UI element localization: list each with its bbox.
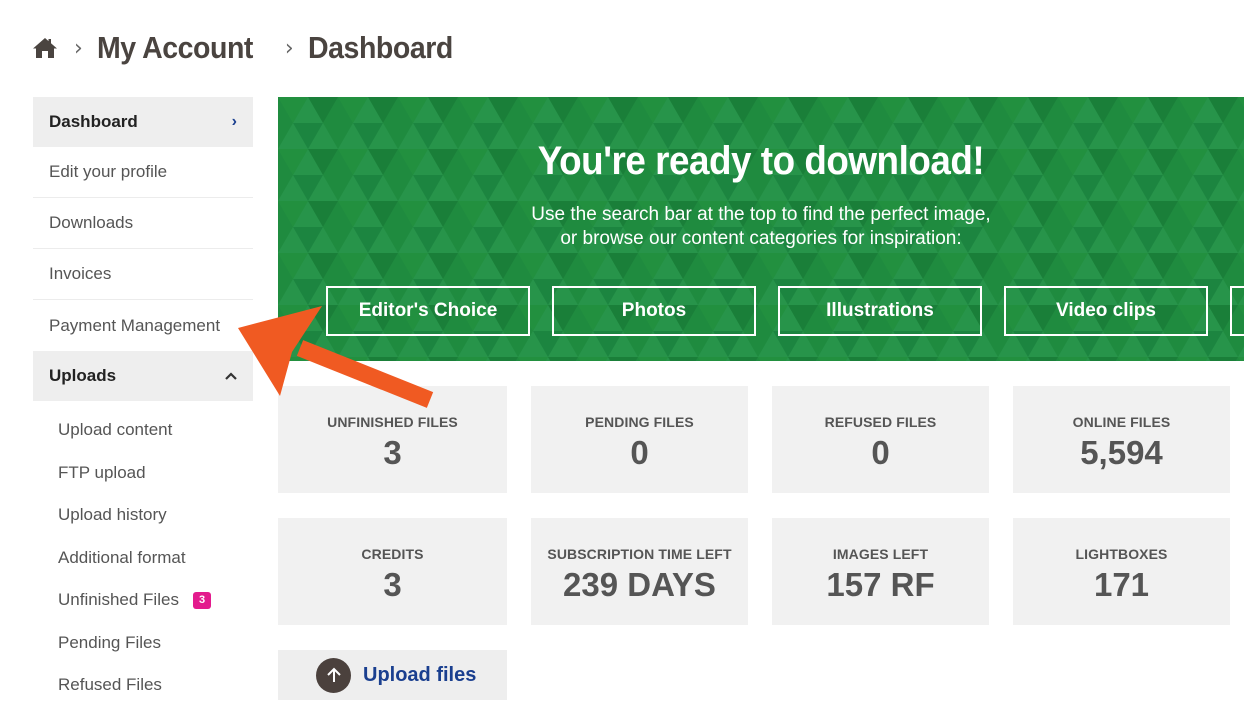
sidebar-item-ftp-upload[interactable]: FTP upload — [33, 452, 253, 495]
stat-value: 171 — [1093, 566, 1150, 603]
hero-subtitle: Use the search bar at the top to find th… — [278, 203, 1244, 251]
stat-value: 3 — [383, 434, 402, 471]
stat-label: LIGHTBOXES — [1075, 546, 1168, 562]
photos-button[interactable]: Photos — [552, 286, 756, 336]
sidebar-item-additional-format[interactable]: Additional format — [33, 537, 253, 580]
home-icon[interactable] — [32, 36, 58, 60]
sidebar-item-label: Dashboard — [49, 112, 138, 131]
stat-label: ONLINE FILES — [1072, 414, 1171, 430]
sidebar-item-label: Upload history — [58, 505, 167, 525]
sidebar-item-payment-management[interactable]: Payment Management — [33, 300, 253, 351]
stat-credits[interactable]: CREDITS 3 — [278, 518, 507, 625]
hero-subtitle-line: Use the search bar at the top to find th… — [531, 204, 991, 225]
sidebar-item-uploads[interactable]: Uploads — [33, 351, 253, 401]
stat-value: 3 — [383, 566, 402, 603]
upload-files-button[interactable]: Upload files — [278, 650, 507, 700]
stat-subscription-time-left[interactable]: SUBSCRIPTION TIME LEFT 239 DAYS — [531, 518, 748, 625]
sidebar-item-upload-content[interactable]: Upload content — [33, 409, 253, 452]
breadcrumb-separator: › — [74, 35, 83, 61]
sidebar-item-label: FTP upload — [58, 462, 146, 482]
sidebar-item-upload-history[interactable]: Upload history — [33, 494, 253, 537]
stat-value: 5,594 — [1080, 434, 1163, 471]
sidebar-item-edit-profile[interactable]: Edit your profile — [33, 147, 253, 198]
uploads-submenu: Upload content FTP upload Upload history… — [33, 401, 253, 707]
stat-label: SUBSCRIPTION TIME LEFT — [547, 546, 732, 562]
breadcrumb: › My Account › Dashboard — [32, 26, 465, 70]
stat-pending-files[interactable]: PENDING FILES 0 — [531, 386, 748, 493]
breadcrumb-my-account[interactable]: My Account — [97, 30, 255, 66]
sidebar-item-label: Uploads — [49, 366, 117, 385]
stat-images-left[interactable]: IMAGES LEFT 157 RF — [772, 518, 989, 625]
stat-label: REFUSED FILES — [824, 414, 937, 430]
hero-subtitle-line: or browse our content categories for ins… — [560, 228, 962, 249]
more-categories-button[interactable] — [1230, 286, 1244, 336]
sidebar-item-downloads[interactable]: Downloads — [33, 198, 253, 249]
sidebar: Dashboard › Edit your profile Downloads … — [33, 97, 253, 707]
sidebar-item-label: Payment Management — [49, 315, 221, 335]
illustrations-button[interactable]: Illustrations — [778, 286, 982, 336]
sidebar-item-label: Downloads — [49, 213, 134, 232]
sidebar-item-invoices[interactable]: Invoices — [33, 249, 253, 300]
sidebar-item-label: Unfinished Files — [58, 590, 179, 610]
stat-label: PENDING FILES — [585, 414, 694, 430]
stat-label: UNFINISHED FILES — [327, 414, 458, 430]
count-badge: 3 — [192, 591, 212, 609]
sidebar-item-label: Additional format — [58, 547, 186, 567]
breadcrumb-separator: › — [284, 35, 294, 61]
hero-title: You're ready to download! — [537, 139, 985, 183]
stat-value: 157 RF — [826, 566, 935, 603]
sidebar-item-label: Upload content — [58, 420, 173, 440]
sidebar-item-pending-files[interactable]: Pending Files — [33, 622, 253, 665]
stat-lightboxes[interactable]: LIGHTBOXES 171 — [1013, 518, 1230, 625]
sidebar-item-label: Refused Files — [58, 675, 162, 695]
editors-choice-button[interactable]: Editor's Choice — [326, 286, 530, 336]
stat-refused-files[interactable]: REFUSED FILES 0 — [772, 386, 989, 493]
stat-label: CREDITS — [361, 546, 424, 562]
sidebar-item-label: Edit your profile — [49, 162, 168, 181]
sidebar-item-label: Invoices — [49, 264, 112, 283]
sidebar-item-refused-files[interactable]: Refused Files — [33, 664, 253, 707]
stat-label: IMAGES LEFT — [832, 546, 929, 562]
chevron-up-icon — [225, 372, 237, 380]
stat-online-files[interactable]: ONLINE FILES 5,594 — [1013, 386, 1230, 493]
sidebar-item-unfinished-files[interactable]: Unfinished Files 3 — [33, 579, 253, 622]
video-clips-button[interactable]: Video clips — [1004, 286, 1208, 336]
upload-files-label: Upload files — [363, 663, 477, 686]
sidebar-item-dashboard[interactable]: Dashboard › — [33, 97, 253, 147]
breadcrumb-dashboard: Dashboard — [307, 30, 453, 65]
category-buttons: Editor's Choice Photos Illustrations Vid… — [326, 286, 1244, 336]
stat-value: 239 DAYS — [563, 566, 716, 603]
chevron-right-icon: › — [231, 113, 237, 130]
stat-unfinished-files[interactable]: UNFINISHED FILES 3 — [278, 386, 507, 493]
sidebar-item-label: Pending Files — [58, 632, 162, 652]
stat-value: 0 — [630, 434, 649, 471]
arrow-up-icon — [316, 657, 351, 693]
hero-banner: You're ready to download! Use the search… — [278, 97, 1244, 361]
stat-value: 0 — [871, 434, 890, 471]
